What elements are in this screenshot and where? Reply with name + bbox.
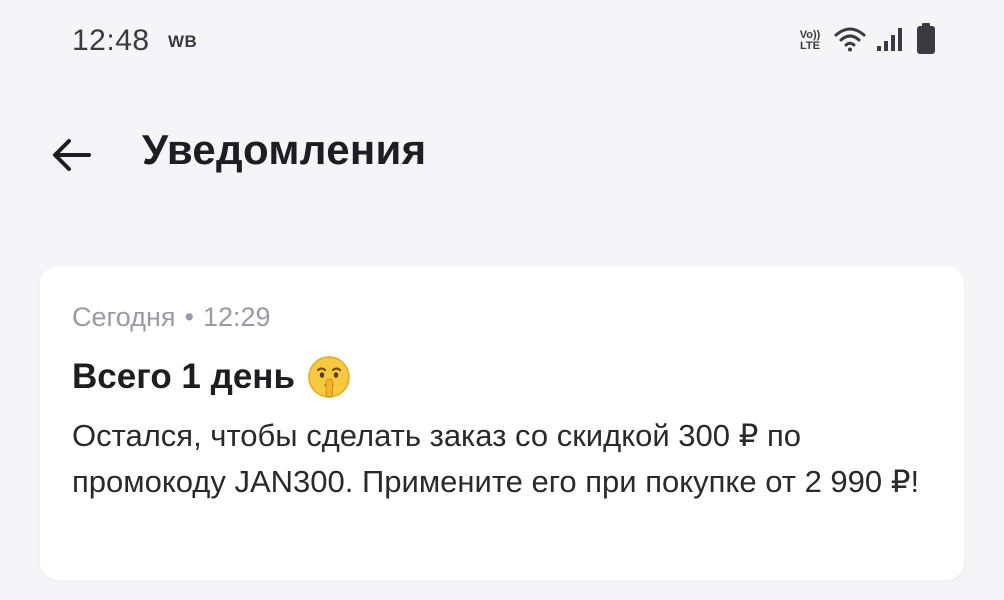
header: Уведомления: [0, 100, 1004, 210]
notification-title-text: Всего 1 день: [72, 357, 295, 396]
notification-time: 12:29: [202, 302, 271, 332]
notification-body: Остался, чтобы сделать заказ со скидкой …: [72, 418, 920, 499]
back-button[interactable]: [44, 128, 98, 182]
volte-lte-icon: Vo)) LTE: [799, 29, 821, 52]
status-time: 12:48: [72, 24, 150, 57]
page-title: Уведомления: [142, 126, 427, 173]
wifi-icon: [834, 25, 866, 58]
notification-date: Сегодня: [72, 302, 176, 332]
signal-icon: [876, 26, 906, 57]
status-icons: Vo)) LTE: [796, 22, 936, 60]
status-bar: 12:48 WB Vo)) LTE: [0, 0, 1004, 84]
notification-title: Всего 1 день: [72, 355, 932, 399]
status-app-badge: WB: [168, 32, 198, 51]
notification-meta: Сегодня • 12:29: [72, 300, 932, 334]
arrow-left-icon: [53, 139, 91, 171]
shushing-face-icon: [307, 355, 351, 399]
meta-separator: •: [184, 302, 194, 332]
battery-icon: [916, 22, 936, 60]
notification-card[interactable]: Сегодня • 12:29 Всего 1 день Остался, чт…: [40, 266, 964, 580]
